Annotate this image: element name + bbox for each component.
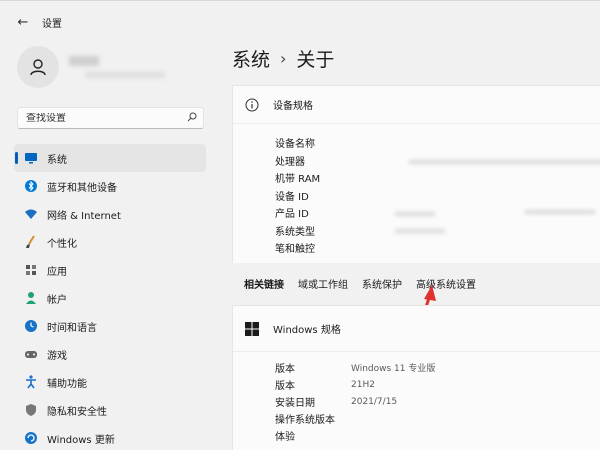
user-icon [30,59,46,76]
account-icon [24,291,38,305]
spec-label: 处理器 [275,156,305,168]
sidebar-item-system[interactable]: 系统 [14,144,206,172]
update-icon [24,431,38,445]
blurred-value [525,210,595,214]
sidebar-item-label: 时间和语言 [47,322,97,334]
spec-row-install-date: 安装日期 2021/7/15 [275,393,600,410]
spec-row-experience: 体验 [275,427,600,444]
sidebar-item-label: 系统 [47,154,67,166]
sidebar-item-time-language[interactable]: 时间和语言 [14,312,206,340]
sidebar-item-accounts[interactable]: 帐户 [14,284,206,312]
sidebar-item-label: 辅助功能 [47,378,87,390]
sidebar-item-bluetooth[interactable]: 蓝牙和其他设备 [14,172,206,200]
link-system-protection[interactable]: 系统保护 [362,276,402,291]
blurred-value [395,228,445,233]
shield-icon [24,403,38,417]
spec-row-device-name: 设备名称 [275,134,600,152]
chevron-right-icon: › [280,49,287,68]
spec-label: 安装日期 [275,398,315,409]
breadcrumb: 系统 › 关于 [232,45,334,72]
related-links-title: 相关链接 [244,279,284,291]
title-bar: ← 设置 [0,7,600,37]
spec-row-pen-touch: 笔和触控 [275,239,600,257]
spec-label: 版本 [275,381,295,392]
back-button[interactable]: ← [8,7,38,37]
spec-label: 设备名称 [275,139,315,151]
bluetooth-icon [24,179,38,193]
sidebar-item-personalization[interactable]: 个性化 [14,228,206,256]
sidebar-item-label: 应用 [47,266,67,278]
windows-specs-header[interactable]: Windows 规格 [233,306,600,352]
accessibility-icon [24,375,38,389]
blurred-account-info [69,56,165,78]
brush-icon [24,235,38,249]
device-specs-list: 设备名称 处理器 H 机带 RAM 设备 ID 产品 ID 系统类型 [233,124,600,265]
spec-value: Windows 11 专业版 [351,364,436,374]
sidebar-item-network[interactable]: 网络 & Internet [14,200,206,228]
spec-label: 操作系统版本 [275,415,335,426]
search-input[interactable] [26,112,181,124]
device-specs-title: 设备规格 [273,101,313,112]
spec-row-system-type: 系统类型 [275,222,600,240]
spec-row-processor: 处理器 H [275,152,600,170]
sidebar-item-label: 游戏 [47,350,67,362]
clock-globe-icon [24,319,38,333]
windows-logo-icon [245,321,259,336]
sidebar-item-privacy-security[interactable]: 隐私和安全性 [14,396,206,424]
sidebar-item-label: Windows 更新 [47,434,115,446]
spec-value: 2021/7/15 [351,396,398,407]
app-title: 设置 [42,18,62,30]
spec-label: 产品 ID [275,209,309,221]
spec-label: 笔和触控 [275,244,315,256]
spec-row-product-id: 产品 ID [275,204,600,222]
sidebar-nav: 系统 蓝牙和其他设备 网络 & Internet 个性化 应用 帐户 时间和语言… [14,144,206,450]
spec-label: 设备 ID [275,191,309,203]
blurred-value [395,212,435,216]
search-box[interactable] [17,107,204,129]
device-specs-card: 设备规格 设备名称 处理器 H 机带 RAM 设备 ID 产品 ID [232,85,600,266]
sidebar-item-accessibility[interactable]: 辅助功能 [14,368,206,396]
info-icon [245,98,259,111]
back-arrow-icon: ← [17,14,29,30]
spec-row-version: 版本 21H2 [275,376,600,393]
gamepad-icon [24,347,38,361]
spec-label: 机带 RAM [275,174,321,186]
apps-icon [24,263,38,277]
spec-row-ram: 机带 RAM [275,169,600,187]
sidebar-item-windows-update[interactable]: Windows 更新 [14,424,206,450]
sidebar-item-label: 隐私和安全性 [47,406,107,418]
spec-value: 21H2 [351,379,375,390]
spec-label: 版本 [275,364,295,375]
link-domain-workgroup[interactable]: 域或工作组 [298,276,348,291]
sidebar-item-apps[interactable]: 应用 [14,256,206,284]
monitor-icon [24,151,38,165]
settings-window: ← 设置 系统 [0,0,600,450]
breadcrumb-parent[interactable]: 系统 [232,45,270,72]
blurred-value [409,159,600,164]
windows-specs-title: Windows 规格 [273,325,341,336]
search-icon[interactable] [181,112,203,125]
spec-label: 体验 [275,432,295,443]
sidebar-item-label: 蓝牙和其他设备 [47,182,117,194]
windows-specs-card: Windows 规格 版本 Windows 11 专业版 版本 21H2 安装日… [232,305,600,450]
spec-row-os-build: 操作系统版本 [275,410,600,427]
user-profile[interactable] [17,46,165,88]
sidebar-item-label: 网络 & Internet [47,210,121,222]
spec-label: 系统类型 [275,226,315,238]
page-title: 关于 [296,49,335,71]
spec-row-edition: 版本 Windows 11 专业版 [275,359,600,376]
sidebar-item-label: 帐户 [47,294,67,306]
device-specs-header[interactable]: 设备规格 [233,86,600,124]
spec-row-device-id: 设备 ID [275,187,600,205]
wifi-icon [24,207,38,221]
windows-specs-list: 版本 Windows 11 专业版 版本 21H2 安装日期 2021/7/15… [233,352,600,448]
avatar [17,46,59,88]
sidebar-item-gaming[interactable]: 游戏 [14,340,206,368]
sidebar-item-label: 个性化 [47,238,77,250]
